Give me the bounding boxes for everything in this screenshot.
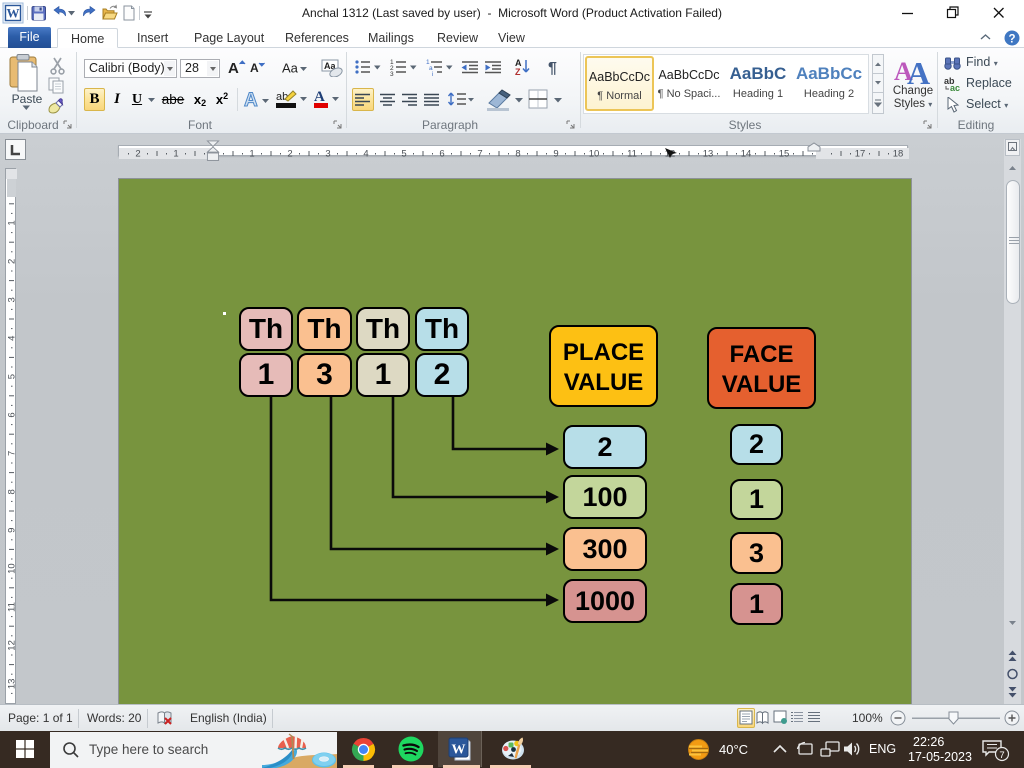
svg-text:13: 13 <box>703 149 714 160</box>
svg-text:7: 7 <box>999 750 1004 761</box>
svg-text:12: 12 <box>7 640 18 651</box>
svg-text:17: 17 <box>855 149 866 160</box>
svg-text:2: 2 <box>7 259 18 264</box>
svg-text:11: 11 <box>7 602 18 612</box>
svg-text:A: A <box>228 60 239 77</box>
svg-text:?: ? <box>1008 34 1015 46</box>
svg-text:A: A <box>244 90 258 111</box>
svg-text:11: 11 <box>627 149 637 160</box>
svg-text:9: 9 <box>7 528 18 533</box>
svg-text:5: 5 <box>401 149 406 160</box>
svg-text:4: 4 <box>363 149 368 160</box>
svg-text:3: 3 <box>390 71 394 77</box>
svg-text:6: 6 <box>439 149 444 160</box>
svg-text:¶: ¶ <box>548 60 557 77</box>
svg-text:4: 4 <box>7 336 18 341</box>
svg-text:2: 2 <box>287 149 292 160</box>
svg-text:10: 10 <box>589 149 600 160</box>
svg-text:6: 6 <box>7 412 18 417</box>
svg-text:18: 18 <box>893 149 904 160</box>
svg-text:13: 13 <box>7 679 18 690</box>
svg-text:2: 2 <box>135 149 140 160</box>
svg-text:3: 3 <box>325 149 330 160</box>
svg-text:7: 7 <box>477 149 482 160</box>
svg-text:W: W <box>452 743 466 758</box>
svg-text:Aa: Aa <box>282 61 299 76</box>
svg-text:8: 8 <box>7 489 18 494</box>
svg-text:8: 8 <box>515 149 520 160</box>
svg-text:A: A <box>250 61 259 75</box>
svg-text:1: 1 <box>173 149 178 160</box>
svg-text:9: 9 <box>553 149 558 160</box>
svg-text:14: 14 <box>741 149 752 160</box>
svg-text:15: 15 <box>779 149 790 160</box>
svg-text:Z: Z <box>515 67 521 77</box>
svg-text:5: 5 <box>7 374 18 379</box>
svg-text:10: 10 <box>7 563 18 574</box>
svg-text:A: A <box>907 55 930 86</box>
svg-text:3: 3 <box>7 297 18 302</box>
svg-text:1: 1 <box>7 220 18 225</box>
svg-text:i: i <box>432 71 433 77</box>
svg-text:7: 7 <box>7 451 18 456</box>
svg-text:1: 1 <box>249 149 254 160</box>
svg-text:A: A <box>314 89 325 105</box>
svg-text:ac: ac <box>950 83 960 92</box>
